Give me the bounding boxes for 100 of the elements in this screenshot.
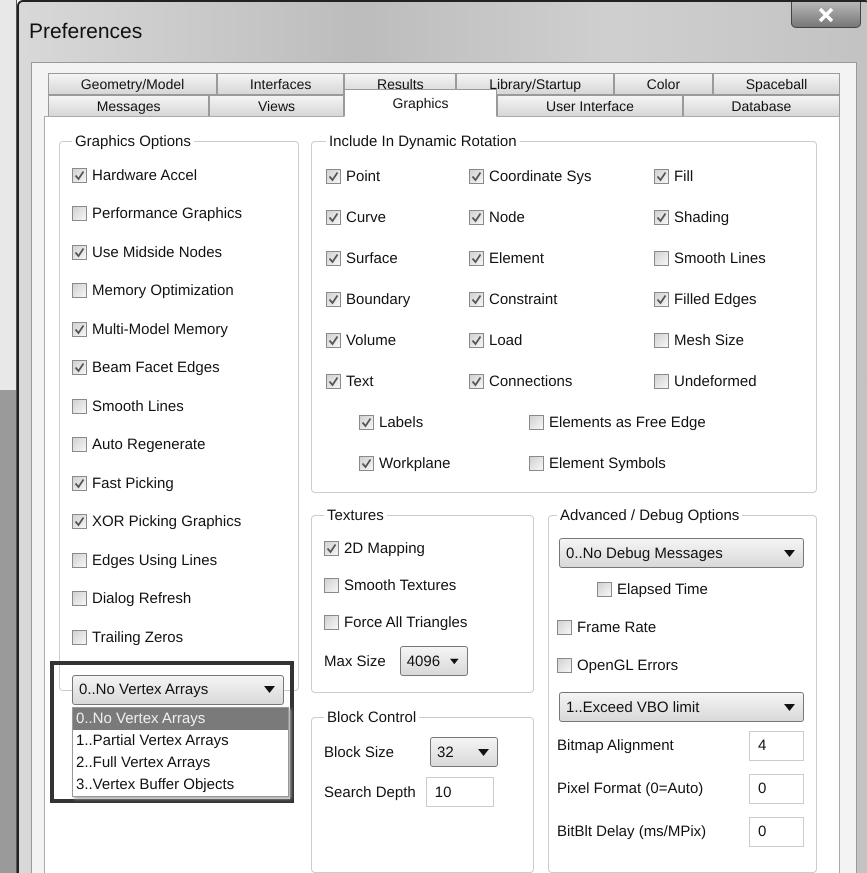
tab[interactable]: Color	[614, 73, 713, 95]
checkbox[interactable]	[324, 541, 339, 556]
checkbox-label: Workplane	[379, 455, 450, 472]
checkbox[interactable]	[597, 582, 612, 596]
group-title: Include In Dynamic Rotation	[328, 133, 518, 150]
checkbox-label: Constraint	[489, 291, 558, 308]
input-field[interactable]: 0	[749, 816, 804, 846]
checkbox[interactable]	[72, 206, 87, 222]
checkbox[interactable]	[326, 251, 341, 266]
checkbox-label: Mesh Size	[674, 332, 744, 349]
checkbox-label: Labels	[379, 414, 424, 431]
checkbox[interactable]	[654, 292, 669, 307]
close-button[interactable]	[791, 2, 861, 28]
checkbox[interactable]	[72, 476, 87, 491]
checkbox[interactable]	[72, 514, 87, 530]
checkbox-label: Elapsed Time	[617, 580, 708, 598]
checkbox[interactable]	[72, 630, 87, 645]
checkbox-label: Undeformed	[674, 373, 757, 390]
tab[interactable]: User Interface	[497, 95, 683, 117]
checkbox[interactable]	[654, 333, 669, 348]
checkbox-label: Hardware Accel	[92, 166, 198, 184]
tab[interactable]: Library/Startup	[456, 73, 614, 95]
group-title: Textures	[326, 507, 385, 524]
checkbox[interactable]	[469, 292, 484, 307]
caret-icon	[450, 658, 459, 664]
checkmark-icon	[74, 478, 85, 489]
checkbox-label: XOR Picking Graphics	[92, 513, 242, 530]
checkmark-icon	[326, 543, 337, 554]
checkmark-icon	[471, 294, 482, 305]
caret-icon	[478, 748, 490, 756]
input-field[interactable]: 10	[426, 777, 494, 807]
checkmark-icon	[361, 417, 372, 428]
checkbox[interactable]	[469, 169, 484, 184]
tab[interactable]: Views	[209, 95, 344, 117]
checkbox[interactable]	[72, 398, 87, 414]
dropdown[interactable]: 1..Exceed VBO limit	[559, 692, 804, 722]
tab[interactable]: Database	[682, 95, 840, 117]
checkbox[interactable]	[326, 333, 341, 348]
field-label: Search Depth	[324, 784, 416, 800]
dropdown[interactable]: 32	[430, 737, 498, 767]
dropdown-option[interactable]: 1..Partial Vertex Arrays	[73, 730, 288, 752]
checkbox-label: Edges Using Lines	[92, 552, 218, 569]
checkbox[interactable]	[324, 578, 339, 593]
checkmark-icon	[328, 294, 339, 305]
tab[interactable]: Spaceball	[712, 73, 840, 95]
checkbox[interactable]	[72, 437, 87, 452]
checkbox[interactable]	[326, 169, 341, 184]
checkbox[interactable]	[654, 251, 669, 266]
checkbox[interactable]	[469, 251, 484, 266]
checkbox[interactable]	[654, 210, 669, 225]
checkmark-icon	[656, 294, 667, 305]
checkbox[interactable]	[326, 210, 341, 225]
input-field[interactable]: 0	[749, 774, 804, 804]
checkbox[interactable]	[326, 292, 341, 307]
checkbox[interactable]	[72, 168, 87, 183]
checkmark-icon	[328, 335, 339, 346]
checkbox[interactable]	[469, 210, 484, 225]
caret-icon	[264, 686, 275, 693]
checkbox[interactable]	[529, 415, 544, 430]
dropdown[interactable]: 4096	[400, 646, 468, 676]
checkbox-label: Element Symbols	[549, 455, 666, 472]
dropdown[interactable]: 0..No Debug Messages	[559, 538, 804, 568]
checkbox[interactable]	[72, 283, 87, 298]
checkmark-icon	[74, 170, 85, 181]
checkbox[interactable]	[326, 374, 341, 389]
checkbox[interactable]	[469, 333, 484, 348]
checkbox[interactable]	[359, 456, 374, 471]
checkbox-label: Frame Rate	[577, 618, 656, 636]
checkbox[interactable]	[72, 360, 87, 376]
dropdown-option[interactable]: 0..No Vertex Arrays	[73, 708, 288, 730]
checkbox[interactable]	[557, 620, 572, 634]
dropdown-option[interactable]: 3..Vertex Buffer Objects	[73, 774, 288, 796]
dropdown[interactable]: 0..No Vertex Arrays	[72, 674, 284, 704]
input-field[interactable]: 4	[749, 730, 804, 760]
checkbox[interactable]	[72, 244, 87, 260]
checkbox-label: Memory Optimization	[92, 282, 234, 300]
checkbox[interactable]	[469, 374, 484, 389]
dropdown-option[interactable]: 2..Full Vertex Arrays	[73, 752, 288, 774]
tab[interactable]: Geometry/Model	[48, 73, 218, 95]
checkmark-icon	[361, 458, 372, 469]
checkmark-icon	[328, 376, 339, 387]
window-title: Preferences	[29, 20, 142, 44]
tab[interactable]: Messages	[48, 95, 210, 117]
checkbox[interactable]	[529, 456, 544, 471]
checkbox[interactable]	[654, 374, 669, 389]
tab[interactable]: Interfaces	[217, 73, 344, 95]
checkbox-label: Surface	[346, 250, 398, 267]
checkmark-icon	[74, 324, 85, 335]
checkbox-label: Element	[489, 250, 544, 267]
checkbox[interactable]	[72, 591, 87, 606]
checkbox-label: Beam Facet Edges	[92, 359, 220, 376]
checkbox-label: Load	[489, 332, 522, 349]
checkbox[interactable]	[654, 169, 669, 184]
tab[interactable]: Graphics	[344, 89, 498, 117]
checkbox[interactable]	[557, 658, 572, 672]
checkbox[interactable]	[359, 415, 374, 430]
checkbox-label: Multi-Model Memory	[92, 320, 228, 338]
checkbox[interactable]	[72, 322, 87, 337]
checkbox[interactable]	[324, 615, 339, 630]
checkbox[interactable]	[72, 552, 87, 568]
